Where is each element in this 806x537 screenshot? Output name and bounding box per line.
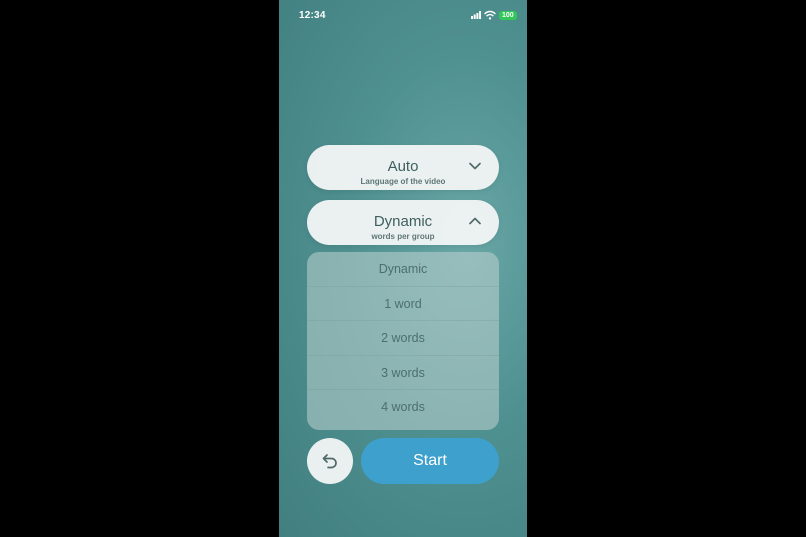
option-4-words[interactable]: 4 words: [307, 390, 499, 425]
battery-icon: 100: [499, 11, 517, 20]
option-2-words[interactable]: 2 words: [307, 321, 499, 356]
back-button[interactable]: [307, 438, 353, 484]
language-select-subtitle: Language of the video: [360, 177, 446, 186]
wifi-icon: [484, 10, 496, 20]
status-bar: 12:34 100: [279, 0, 527, 32]
option-1-word[interactable]: 1 word: [307, 287, 499, 322]
chevron-down-icon: [469, 162, 481, 170]
words-select-subtitle: words per group: [371, 232, 435, 241]
signal-icon: [471, 11, 481, 19]
phone-screen: 12:34 100 Auto Language of the video Dyn…: [279, 0, 527, 537]
start-button[interactable]: Start: [361, 438, 499, 484]
words-per-group-select[interactable]: Dynamic words per group: [307, 200, 499, 245]
language-select[interactable]: Auto Language of the video: [307, 145, 499, 190]
chevron-up-icon: [469, 217, 481, 225]
option-dynamic[interactable]: Dynamic: [307, 252, 499, 287]
undo-arrow-icon: [322, 454, 337, 469]
option-3-words[interactable]: 3 words: [307, 356, 499, 391]
words-options-dropdown: Dynamic 1 word 2 words 3 words 4 words: [307, 252, 499, 430]
status-time: 12:34: [299, 10, 326, 21]
